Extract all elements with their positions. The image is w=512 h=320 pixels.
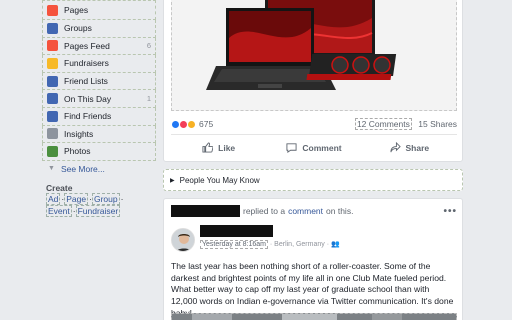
comment-button[interactable]: Comment [266,135,361,160]
thumbs-up-icon [202,142,214,153]
post-timestamp[interactable]: Yesterday at 8:16am [200,240,268,249]
feed-post-product: 675 12 Comments 15 Shares Like Comment S… [163,0,463,162]
sidebar-item-pages-feed[interactable]: Pages Feed 6 [42,37,156,56]
create-heading: Create [46,182,73,193]
sidebar-item-label: Insights [64,128,94,139]
sidebar-nav: Pages Groups Pages Feed 6 Fundraisers Friend … [42,0,156,161]
sidebar-item-insights[interactable]: Insights [42,125,156,144]
audience-icon: 👥 [330,241,340,248]
groups-icon [47,22,58,34]
insights-icon [47,128,58,140]
sidebar-item-friend-lists[interactable]: Friend Lists [42,72,156,91]
redacted-author-name[interactable] [200,225,273,237]
on-this-day-icon [47,93,58,105]
find-friends-icon [47,110,58,122]
engagement-counts: 12 Comments 15 Shares [354,118,457,130]
sidebar-item-groups[interactable]: Groups [42,20,156,38]
more-options-icon[interactable]: ••• [443,206,457,217]
sidebar-item-find-friends[interactable]: Find Friends [42,107,156,126]
feed-post-status: replied to a comment on this. ••• Yester… [163,198,463,320]
avatar[interactable] [171,228,195,252]
reaction-count[interactable]: 675 [199,119,213,129]
create-event-link[interactable]: Event [46,204,72,217]
post-photo[interactable] [171,313,457,320]
sidebar-item-label: Friend Lists [64,76,108,87]
friend-lists-icon [47,75,58,87]
chevron-right-icon: ▶ [170,177,175,184]
post-location: · Berlin, Germany · [267,241,331,248]
see-more-link[interactable]: ▼ See More... [42,161,156,177]
comments-count-link[interactable]: 12 Comments [354,118,412,130]
sidebar-item-photos[interactable]: Photos [42,143,156,161]
sidebar-item-pages[interactable]: Pages [42,0,156,20]
shares-count-link[interactable]: 15 Shares [418,119,457,129]
post-meta: Yesterday at 8:16am · Berlin, Germany · … [200,240,340,249]
share-button[interactable]: Share [362,135,457,160]
redacted-name [171,205,240,217]
reactions-bar: 675 12 Comments 15 Shares [171,117,457,131]
post-body: The last year has been nothing short of … [171,261,454,318]
wow-reaction-icon [187,119,196,129]
sidebar-item-label: Fundraisers [64,58,109,69]
sidebar-item-fundraisers[interactable]: Fundraisers [42,55,156,73]
sidebar-item-label: Photos [64,146,91,157]
create-links: Ad · Page · Group ·Event · Fundraiser [46,192,124,217]
sidebar-item-on-this-day[interactable]: On This Day 1 [42,90,156,108]
post-author: Yesterday at 8:16am · Berlin, Germany · … [171,225,457,255]
photos-icon [47,145,58,157]
create-group-link[interactable]: Group [91,192,120,205]
fundraisers-icon [47,57,58,69]
sidebar-item-label: Groups [64,23,92,34]
chevron-down-icon: ▼ [48,165,55,173]
post-actions: Like Comment Share [171,134,457,160]
like-button[interactable]: Like [171,135,266,160]
people-you-may-know[interactable]: ▶ People You May Know [163,169,463,191]
sidebar-item-count: 6 [146,41,151,51]
sidebar-item-label: On This Day [64,93,112,104]
sidebar-item-label: Pages Feed [64,40,110,51]
comment-icon [286,143,297,153]
create-ad-link[interactable]: Ad [46,192,61,205]
sidebar-item-label: Find Friends [64,111,112,122]
left-sidebar: Pages Groups Pages Feed 6 Fundraisers Friend … [42,0,156,217]
sidebar-item-count: 1 [146,94,151,104]
pages-feed-icon [47,40,58,52]
post-image[interactable] [171,0,457,111]
share-icon [389,142,401,153]
story-header: replied to a comment on this. ••• [171,204,457,218]
flag-icon [47,4,58,16]
create-fundraiser-link[interactable]: Fundraiser [75,204,121,217]
comment-link[interactable]: comment [288,206,323,216]
create-page-link[interactable]: Page [64,192,89,205]
sidebar-item-label: Pages [64,5,89,15]
